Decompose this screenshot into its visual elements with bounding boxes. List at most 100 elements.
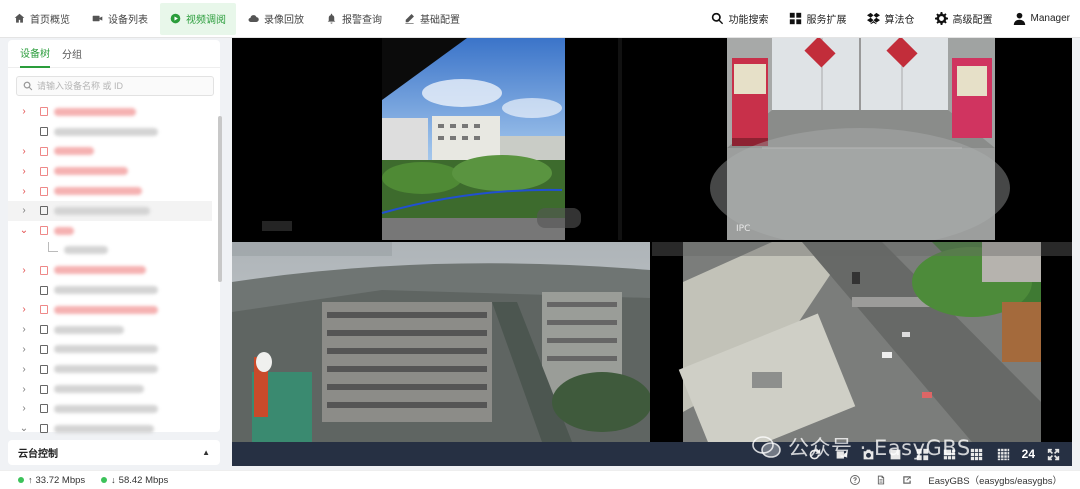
export-button[interactable] bbox=[902, 475, 912, 485]
expand-caret[interactable]: › bbox=[18, 403, 30, 414]
refresh-button[interactable] bbox=[806, 447, 824, 461]
top-nav-bar: 首页概览 设备列表 视频调阅 录像回放 报警查询 基础配置 功能搜索 服务扩展 … bbox=[0, 0, 1080, 38]
status-right: EasyGBS（easygbs/easygbs） bbox=[850, 473, 1080, 487]
nav-alarm[interactable]: 报警查询 bbox=[316, 3, 392, 35]
layout-9-button[interactable] bbox=[968, 447, 986, 461]
tree-node[interactable]: › bbox=[8, 379, 212, 399]
tree-node[interactable]: › bbox=[8, 260, 212, 280]
service-ext-button[interactable]: 服务扩展 bbox=[779, 11, 857, 26]
video-grid: IPC bbox=[232, 38, 1072, 442]
expand-caret[interactable]: › bbox=[18, 146, 30, 157]
home-icon bbox=[14, 13, 25, 23]
grid-8-icon bbox=[943, 449, 956, 459]
layout-16-button[interactable] bbox=[995, 447, 1013, 461]
ptz-control-panel[interactable]: 云台控制 ▲ bbox=[8, 440, 220, 465]
video-cell-3[interactable] bbox=[232, 242, 650, 442]
channel-name-obscured bbox=[64, 246, 108, 255]
tab-device-tree[interactable]: 设备树 bbox=[20, 39, 50, 68]
help-button[interactable] bbox=[850, 475, 861, 485]
arrow-down-icon: ↓ bbox=[111, 475, 116, 485]
tree-child-node[interactable] bbox=[8, 241, 212, 261]
grid-9-icon bbox=[970, 448, 983, 460]
document-icon bbox=[878, 475, 885, 485]
nav-config-label: 基础配置 bbox=[420, 15, 460, 26]
tree-node[interactable]: › bbox=[8, 340, 212, 360]
tree-node[interactable]: › bbox=[8, 399, 212, 419]
nav-device-list[interactable]: 设备列表 bbox=[82, 3, 158, 35]
device-icon bbox=[40, 226, 48, 236]
tree-node[interactable] bbox=[8, 122, 212, 142]
tree-node[interactable]: › bbox=[8, 181, 212, 201]
user-menu[interactable]: Manager bbox=[1003, 12, 1080, 25]
snapshot-button[interactable] bbox=[860, 447, 878, 461]
device-icon bbox=[40, 186, 48, 196]
advanced-config-button[interactable]: 高级配置 bbox=[925, 11, 1003, 26]
expand-caret[interactable]: › bbox=[18, 265, 30, 276]
expand-caret[interactable]: › bbox=[18, 186, 30, 197]
nav-home[interactable]: 首页概览 bbox=[4, 3, 80, 35]
play-circle-icon bbox=[170, 13, 181, 24]
expand-caret[interactable]: › bbox=[18, 205, 30, 216]
video-frame-aerial-city bbox=[232, 242, 650, 442]
device-search-input[interactable] bbox=[37, 81, 207, 91]
nav-video-view[interactable]: 视频调阅 bbox=[160, 2, 236, 35]
tree-node[interactable]: ⌄ bbox=[8, 221, 212, 241]
video-cell-2[interactable]: IPC bbox=[652, 38, 1072, 240]
record-button[interactable] bbox=[833, 447, 851, 461]
edit-icon bbox=[405, 14, 414, 24]
tree-node[interactable]: ⌄ bbox=[8, 419, 212, 439]
bell-icon bbox=[327, 13, 336, 24]
nav-playback[interactable]: 录像回放 bbox=[238, 3, 314, 35]
expand-caret[interactable]: › bbox=[18, 344, 30, 355]
tab-group[interactable]: 分组 bbox=[62, 40, 82, 67]
docs-button[interactable] bbox=[876, 475, 886, 485]
function-search-label: 功能搜索 bbox=[728, 15, 769, 26]
device-name-obscured bbox=[54, 365, 158, 374]
device-search[interactable] bbox=[16, 76, 214, 96]
expand-caret[interactable]: › bbox=[18, 384, 30, 395]
tree-node[interactable]: › bbox=[8, 300, 212, 320]
device-icon bbox=[40, 285, 48, 295]
device-name-obscured bbox=[54, 226, 74, 235]
layout-8-button[interactable] bbox=[941, 447, 959, 461]
record-icon bbox=[836, 450, 848, 459]
square-icon bbox=[890, 449, 901, 459]
tree-node[interactable]: › bbox=[8, 102, 212, 122]
status-bar: ↑ 33.72 Mbps ↓ 58.42 Mbps EasyGBS（easygb… bbox=[0, 470, 1080, 489]
tree-node[interactable]: › bbox=[8, 200, 212, 221]
device-name-obscured bbox=[54, 345, 158, 354]
algorithm-store-button[interactable]: 算法仓 bbox=[857, 11, 925, 26]
expand-caret[interactable]: › bbox=[18, 324, 30, 335]
device-icon bbox=[40, 305, 48, 315]
tree-node[interactable]: › bbox=[8, 161, 212, 181]
tree-node[interactable] bbox=[8, 280, 212, 300]
collapse-caret[interactable]: ⌄ bbox=[18, 225, 30, 236]
expand-caret[interactable]: › bbox=[18, 364, 30, 375]
expand-caret[interactable]: › bbox=[18, 166, 30, 177]
nav-playback-label: 录像回放 bbox=[264, 15, 304, 26]
tree-scrollbar[interactable] bbox=[218, 116, 222, 282]
fullscreen-button[interactable] bbox=[1044, 447, 1062, 461]
device-icon bbox=[40, 166, 48, 176]
tree-node[interactable]: › bbox=[8, 320, 212, 340]
layout-4-button[interactable] bbox=[914, 447, 932, 461]
expand-caret[interactable]: › bbox=[18, 304, 30, 315]
user-name: Manager bbox=[1030, 13, 1070, 24]
expand-caret[interactable]: › bbox=[18, 106, 30, 117]
collapse-caret[interactable]: ⌄ bbox=[18, 423, 30, 434]
device-name-obscured bbox=[54, 404, 158, 413]
tree-node[interactable]: › bbox=[8, 359, 212, 379]
search-icon bbox=[23, 81, 33, 91]
layout-count[interactable]: 24 bbox=[1022, 447, 1035, 461]
video-cell-4[interactable] bbox=[652, 242, 1072, 442]
device-tree: › › › › › ⌄ › › › › › › › ⌄ bbox=[8, 102, 212, 439]
device-name-obscured bbox=[54, 325, 124, 334]
layout-1-button[interactable] bbox=[887, 447, 905, 461]
video-cell-1[interactable] bbox=[232, 38, 650, 240]
caret-up-icon[interactable]: ▲ bbox=[202, 448, 210, 457]
tree-node[interactable]: › bbox=[8, 142, 212, 162]
function-search-button[interactable]: 功能搜索 bbox=[701, 11, 779, 26]
nav-config[interactable]: 基础配置 bbox=[394, 3, 470, 35]
video-frame-indoor-entrance bbox=[652, 38, 1072, 240]
device-name-obscured bbox=[54, 127, 158, 136]
